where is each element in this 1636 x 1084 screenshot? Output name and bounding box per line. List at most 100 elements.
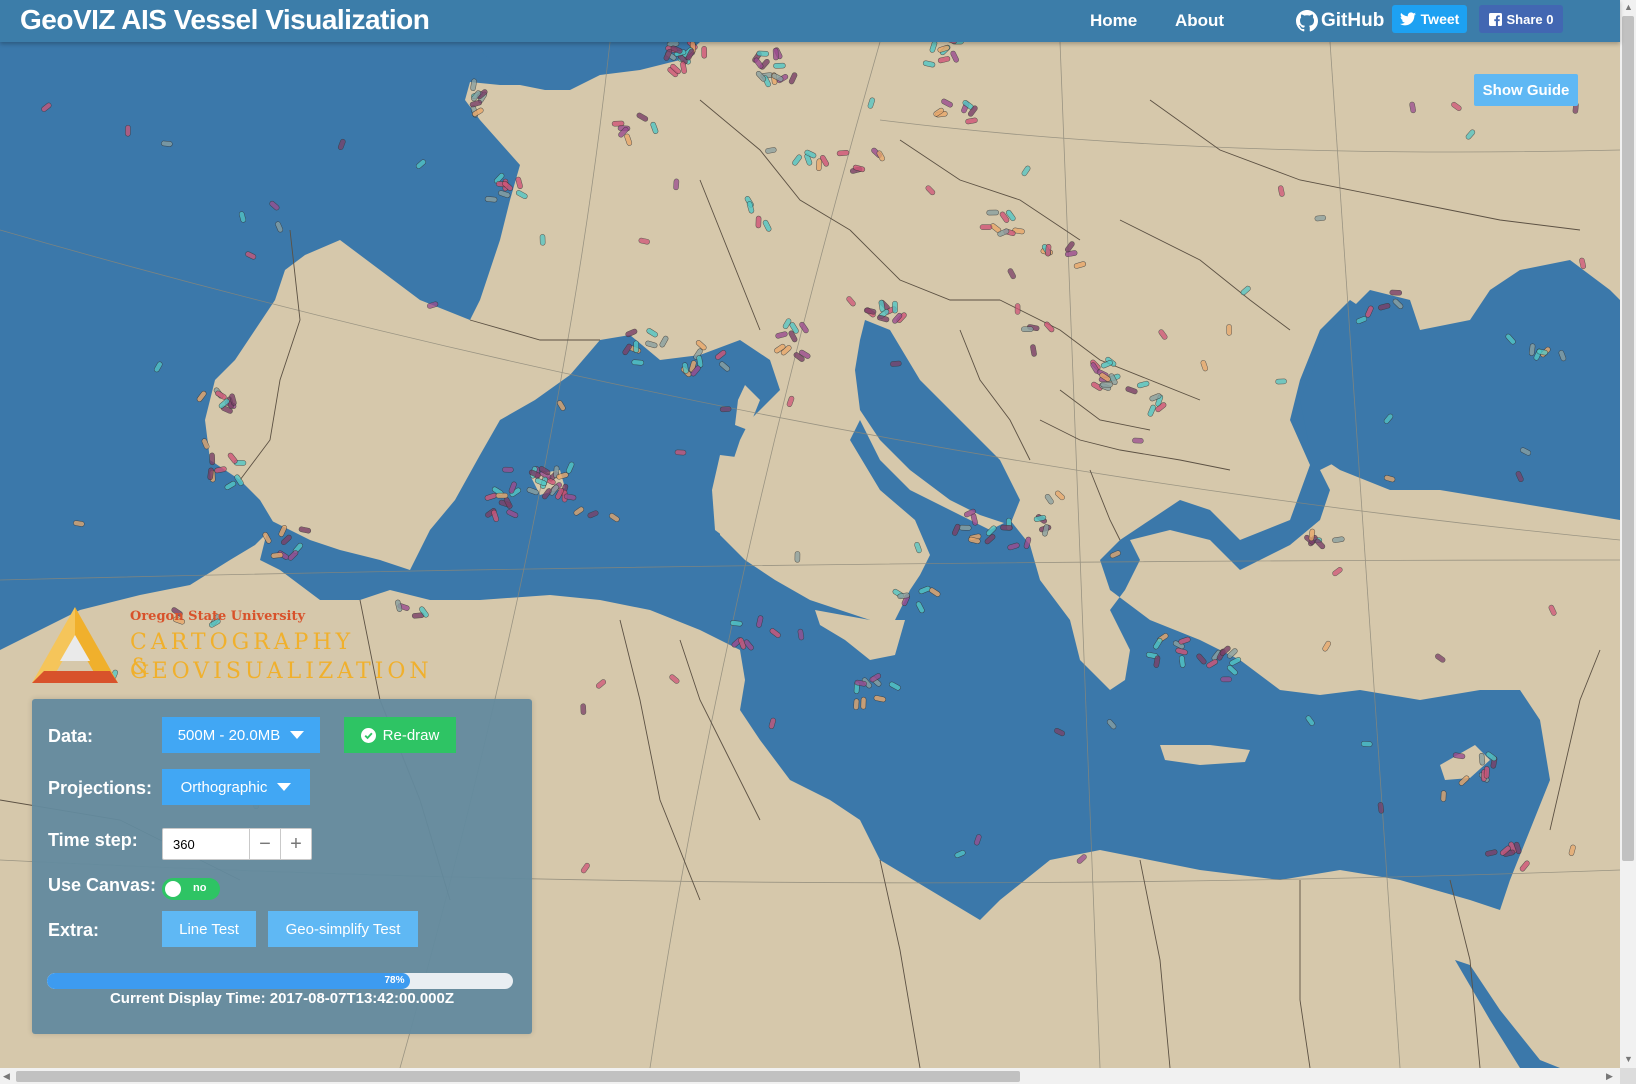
vessel-marker	[1360, 741, 1373, 747]
vessel-marker	[631, 359, 645, 366]
top-navbar: GeoVIZ AIS Vessel Visualization Home Abo…	[0, 0, 1620, 42]
caret-down-icon	[277, 783, 292, 791]
horizontal-scrollbar[interactable]: ◀ ▶	[0, 1068, 1620, 1084]
logo-line-2: GEOVISUALIZATION	[130, 659, 433, 684]
projection-dropdown[interactable]: Orthographic	[162, 769, 310, 805]
scroll-left-icon[interactable]: ◀	[3, 1071, 10, 1082]
timestep-label: Time step:	[48, 830, 138, 850]
projection-dropdown-value: Orthographic	[180, 778, 268, 796]
use-canvas-toggle[interactable]: no	[162, 878, 220, 900]
use-canvas-label: Use Canvas:	[48, 875, 157, 895]
show-guide-button[interactable]: Show Guide	[1474, 74, 1578, 106]
github-icon	[1296, 10, 1318, 32]
nav-home-link[interactable]: Home	[1090, 11, 1137, 31]
decrement-button[interactable]: −	[249, 829, 280, 859]
nav-about-link[interactable]: About	[1175, 11, 1224, 31]
vessel-marker	[495, 492, 509, 499]
control-panel: Data: 500M - 20.0MB Re-draw Projections:…	[32, 699, 532, 1034]
vessel-marker	[773, 62, 786, 69]
vessel-marker	[816, 158, 823, 172]
toggle-state-text: no	[193, 882, 207, 894]
data-label: Data:	[48, 726, 94, 746]
vessel-marker	[502, 466, 514, 473]
vessel-marker	[1220, 676, 1232, 683]
scrollbar-corner	[1620, 1068, 1636, 1084]
share-label: Share 0	[1506, 11, 1554, 27]
tweet-button[interactable]: Tweet	[1392, 5, 1467, 33]
vessel-marker	[756, 50, 769, 57]
vessel-marker	[986, 209, 999, 216]
tweet-label: Tweet	[1420, 11, 1460, 27]
vessel-marker	[209, 452, 216, 466]
vertical-scroll-thumb[interactable]	[1622, 16, 1634, 861]
vessel-marker	[892, 300, 898, 314]
vessel-marker	[161, 140, 173, 147]
logo-university-text: Oregon State University	[130, 609, 306, 624]
vessel-marker	[674, 449, 687, 456]
vessel-marker	[633, 340, 639, 353]
scroll-down-icon[interactable]: ▼	[1624, 1054, 1633, 1064]
vessel-marker	[1014, 303, 1021, 315]
toggle-knob	[165, 881, 181, 897]
vessel-marker	[1000, 524, 1013, 531]
vessel-marker	[958, 524, 972, 531]
vessel-marker	[853, 698, 860, 710]
vertical-scrollbar[interactable]: ▲ ▼	[1620, 0, 1636, 1068]
redraw-button[interactable]: Re-draw	[344, 717, 456, 753]
data-dropdown[interactable]: 500M - 20.0MB	[162, 717, 320, 753]
vessel-marker	[1021, 326, 1034, 332]
vessel-marker	[125, 124, 131, 137]
vessel-marker	[772, 47, 779, 61]
vessel-marker	[611, 120, 625, 127]
nav-github-link[interactable]: GitHub	[1296, 7, 1384, 35]
vessel-marker	[730, 620, 743, 627]
vessel-marker	[1483, 766, 1490, 779]
horizontal-scroll-thumb[interactable]	[16, 1071, 1020, 1082]
projections-label: Projections:	[48, 778, 153, 798]
redraw-label: Re-draw	[382, 726, 440, 744]
current-display-time: Current Display Time: 2017-08-07T13:42:0…	[109, 990, 455, 1007]
vessel-marker	[580, 703, 587, 715]
facebook-icon	[1488, 12, 1502, 26]
data-dropdown-value: 500M - 20.0MB	[177, 726, 281, 744]
vessel-marker	[719, 406, 732, 413]
vessel-marker	[755, 215, 762, 229]
progress-bar: 78%	[47, 973, 513, 989]
vessel-marker	[1132, 437, 1144, 444]
vessel-marker	[539, 234, 546, 246]
vessel-marker	[270, 552, 284, 559]
increment-button[interactable]: +	[280, 829, 311, 859]
vessel-marker	[1389, 289, 1403, 296]
vessel-marker	[1275, 378, 1287, 385]
vessel-marker	[484, 196, 498, 203]
check-circle-icon	[360, 727, 376, 743]
vessel-marker	[1226, 324, 1232, 336]
vessel-marker	[1100, 381, 1113, 388]
vessel-marker	[836, 149, 850, 157]
vessel-marker	[1045, 243, 1052, 257]
facebook-share-button[interactable]: Share 0	[1479, 5, 1563, 33]
line-test-button[interactable]: Line Test	[162, 911, 256, 947]
penrose-triangle-logo	[32, 607, 118, 683]
github-label: GitHub	[1321, 10, 1385, 31]
extra-label: Extra:	[48, 920, 100, 940]
scroll-right-icon[interactable]: ▶	[1606, 1071, 1613, 1082]
vessel-marker	[860, 696, 867, 710]
vessel-marker	[673, 178, 680, 191]
osu-logo: Oregon State University CARTOGRAPHY & GE…	[30, 605, 429, 700]
vessel-marker	[701, 45, 708, 59]
vessel-marker	[890, 360, 902, 367]
vessel-marker	[1440, 790, 1447, 802]
app-title: GeoVIZ AIS Vessel Visualization	[20, 4, 430, 35]
timestep-stepper: − +	[162, 828, 312, 860]
vessel-marker	[1314, 215, 1327, 222]
geo-simplify-test-button[interactable]: Geo-simplify Test	[268, 911, 418, 947]
progress-bar-fill: 78%	[47, 973, 411, 989]
timestep-input[interactable]	[163, 829, 247, 859]
vessel-marker	[1478, 752, 1486, 766]
scroll-up-icon[interactable]: ▲	[1624, 2, 1633, 12]
progress-percent-text: 78%	[384, 975, 405, 986]
caret-down-icon	[290, 731, 305, 739]
vessel-marker	[794, 551, 801, 563]
twitter-icon	[1399, 12, 1416, 26]
